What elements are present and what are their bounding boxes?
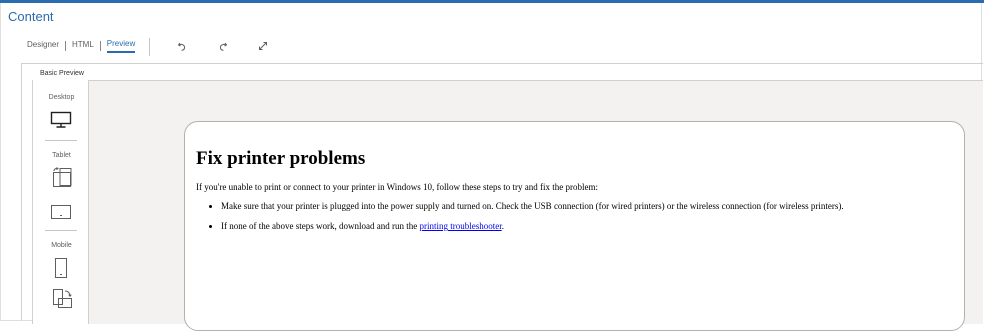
tab-preview[interactable]: Preview (106, 39, 136, 53)
desktop-label: Desktop (48, 94, 75, 101)
device-selector: Desktop Tablet Mobile (32, 80, 89, 324)
expand-icon (259, 42, 267, 50)
list-item: Make sure that your printer is plugged i… (221, 201, 844, 211)
tab-html[interactable]: HTML (72, 40, 94, 52)
panel-title: Content (8, 9, 54, 24)
document-intro: If you're unable to print or connect to … (196, 182, 599, 192)
undo-button[interactable] (173, 38, 191, 54)
device-separator (45, 140, 77, 141)
redo-button[interactable] (214, 38, 232, 54)
tablet-rotate-button[interactable] (50, 166, 74, 195)
mobile-rotate-button[interactable] (50, 287, 74, 316)
toolbar-divider (149, 38, 150, 56)
document-heading: Fix printer problems (196, 148, 366, 169)
tablet-label: Tablet (52, 152, 71, 159)
mobile-button[interactable] (53, 256, 69, 285)
expand-button[interactable] (254, 38, 272, 54)
redo-icon (219, 42, 228, 51)
email-preview-document: Fix printer problems If you're unable to… (184, 121, 965, 331)
device-separator (45, 230, 77, 231)
troubleshooter-link[interactable]: printing troubleshooter (419, 221, 501, 231)
steps-list: Make sure that your printer is plugged i… (196, 201, 844, 241)
list-item-text: Make sure that your printer is plugged i… (221, 201, 844, 211)
list-item-text-end: . (501, 221, 504, 231)
view-mode-tabs: Designer HTML Preview (27, 39, 136, 53)
tablet-landscape-button[interactable] (50, 203, 72, 226)
basic-preview-label: Basic Preview (40, 70, 84, 77)
tab-separator (65, 41, 67, 51)
undo-icon (177, 42, 186, 51)
mobile-rotate-icon (53, 289, 72, 308)
tab-designer[interactable]: Designer (27, 40, 59, 52)
desktop-button[interactable] (50, 111, 72, 134)
phone-icon (55, 258, 67, 278)
tablet-icon (51, 205, 71, 219)
tab-separator (99, 41, 101, 51)
tablet-rotate-icon (53, 167, 72, 187)
monitor-icon (50, 111, 72, 128)
list-item: If none of the above steps work, downloa… (221, 221, 844, 231)
mobile-label: Mobile (51, 242, 72, 249)
list-item-text: If none of the above steps work, downloa… (221, 221, 420, 231)
